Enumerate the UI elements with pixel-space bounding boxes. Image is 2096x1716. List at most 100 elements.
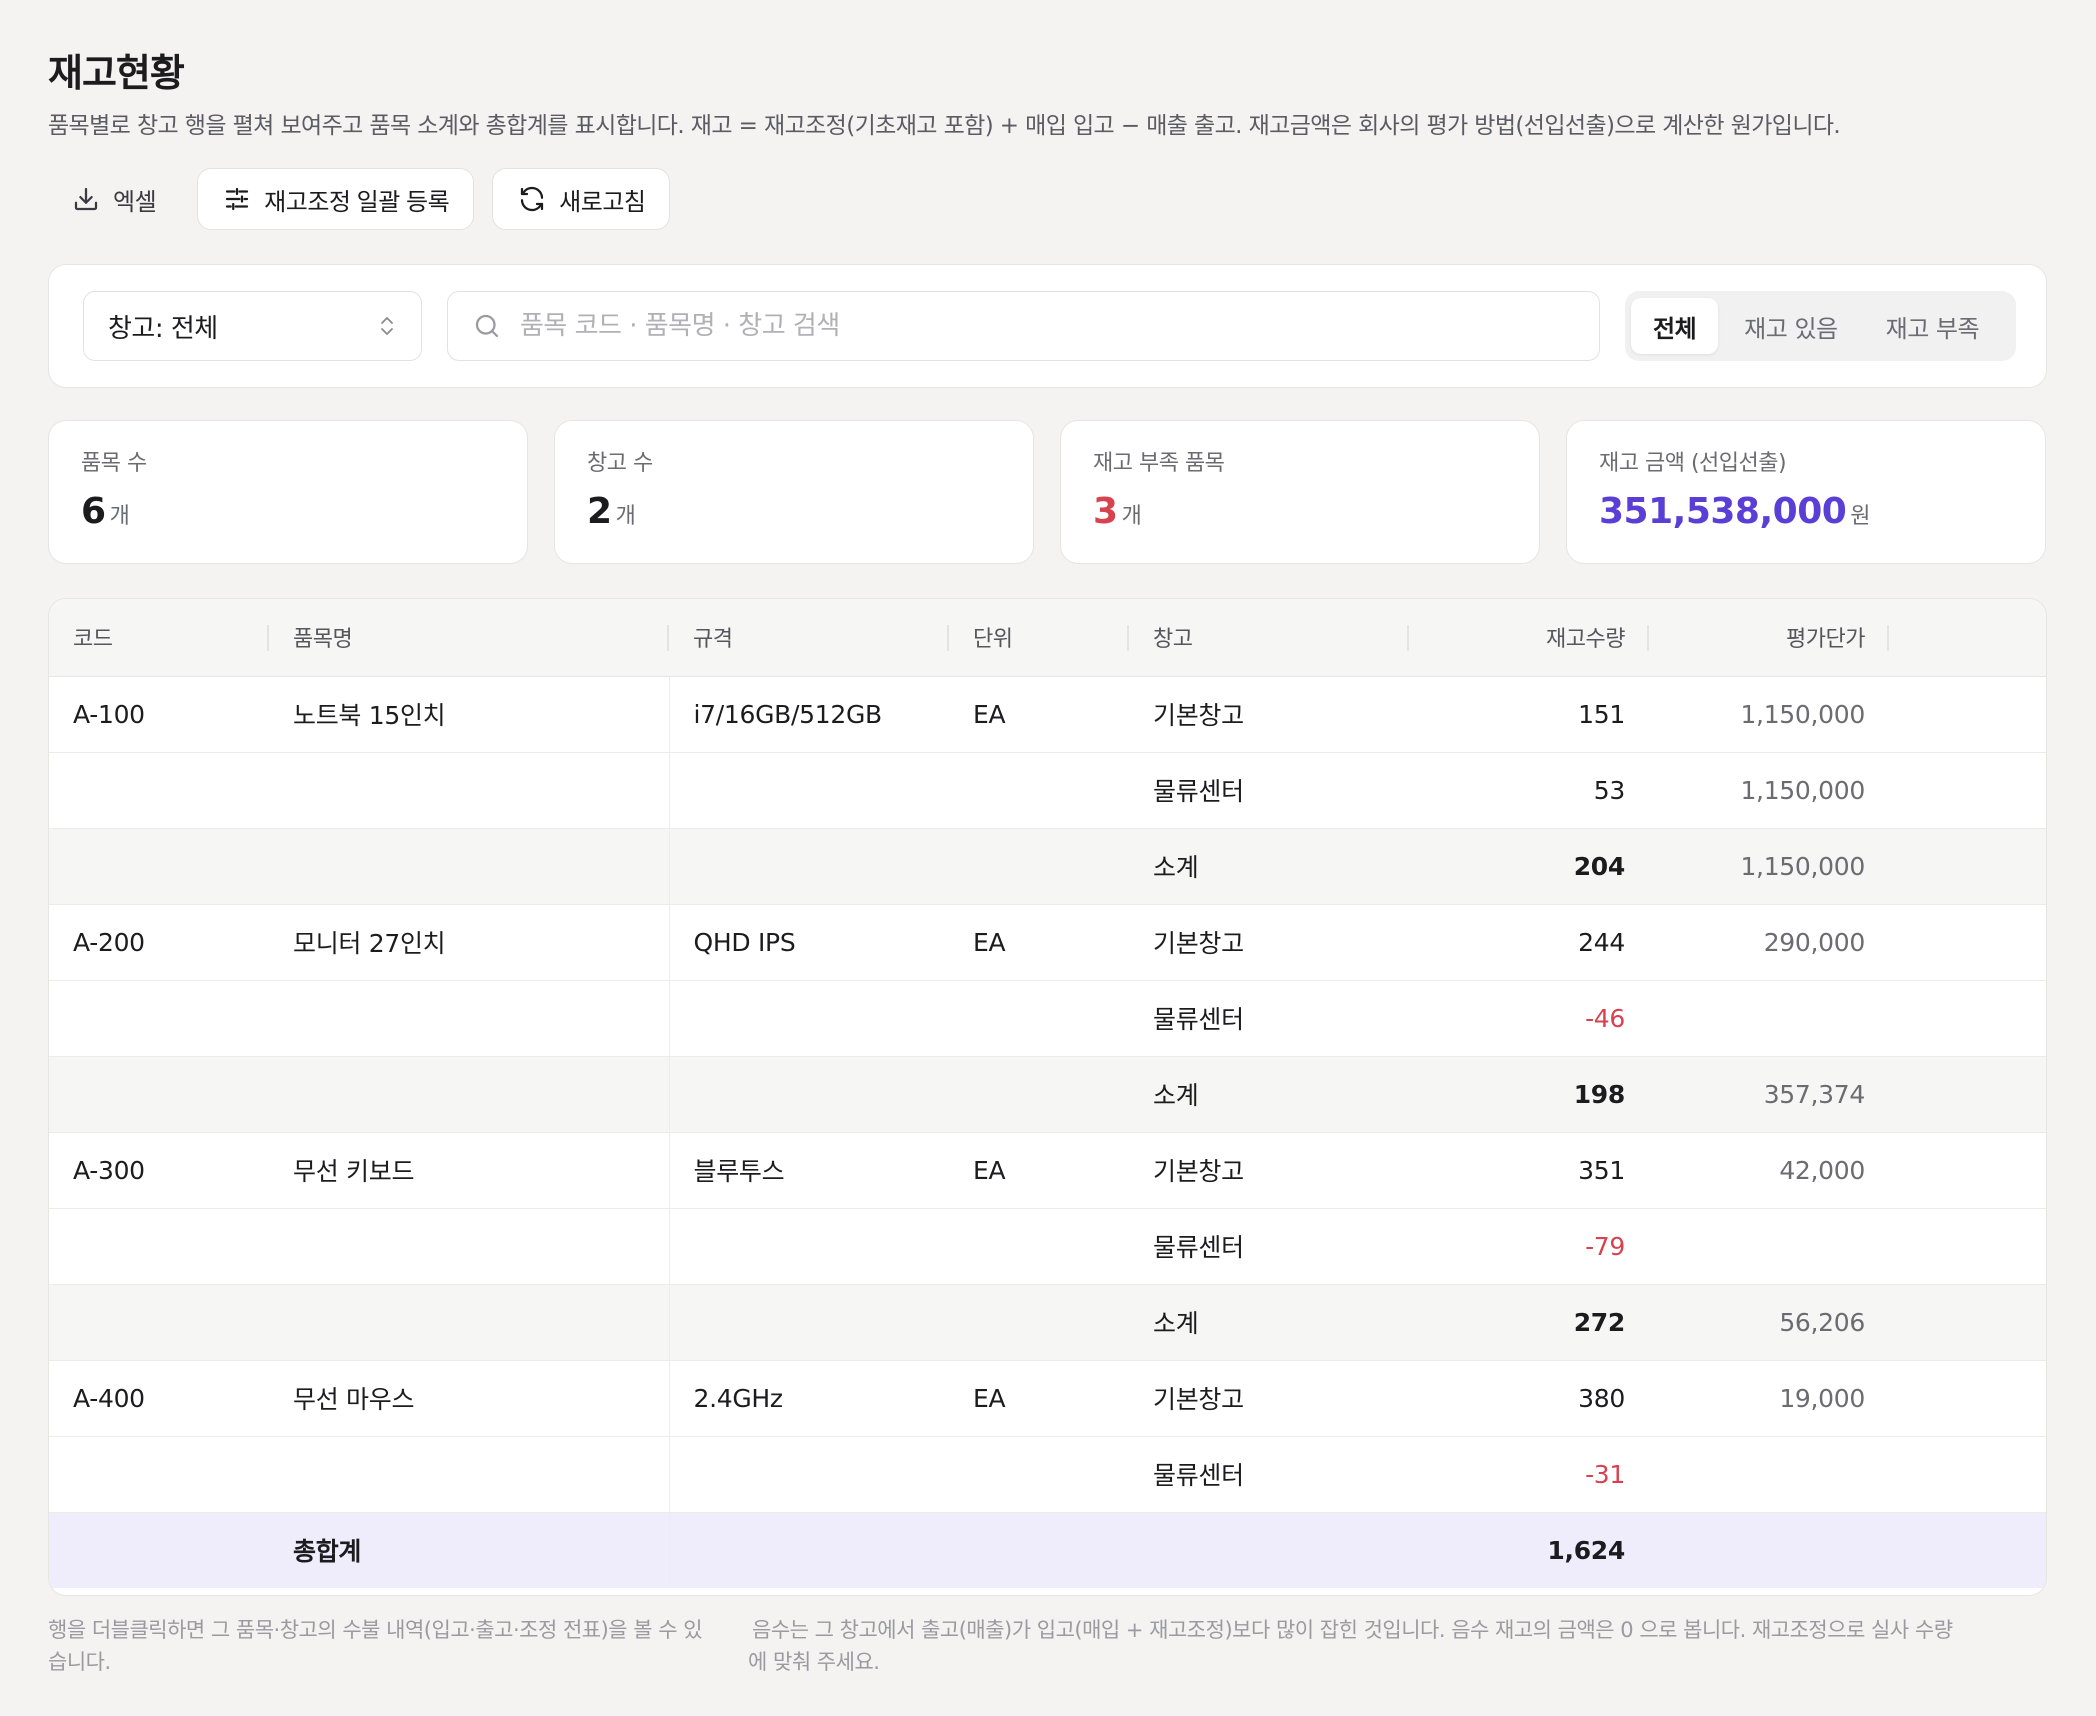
page-title: 재고현황 [48, 51, 185, 95]
cell-amount [1889, 1436, 2046, 1513]
cell-price [1649, 980, 1889, 1057]
cell-unit [949, 1056, 1129, 1133]
search-input[interactable] [520, 311, 1575, 341]
cell-amount: 17 [1889, 676, 2046, 753]
warehouse-select[interactable]: 창고: 전체 [83, 291, 422, 361]
stat-label: 품목 수 [81, 451, 147, 476]
cell-unit: EA [949, 1360, 1129, 1437]
stat-unit: 개 [615, 504, 636, 529]
table-row[interactable]: A-300무선 키보드블루투스EA기본창고35142,0001 [49, 1132, 2046, 1209]
col-header-name[interactable]: 품목명 [269, 599, 669, 677]
bulk-adjust-button[interactable]: 재고조정 일괄 등록 [197, 168, 475, 230]
cell-warehouse: 기본창고 [1129, 904, 1409, 981]
col-header-code[interactable]: 코드 [49, 599, 269, 677]
inventory-status-page: 재고현황 품목별로 창고 행을 펼쳐 보여주고 품목 소계와 총합계를 표시합니… [0, 0, 2096, 1716]
cell-unit [949, 828, 1129, 905]
col-header-amount[interactable] [1889, 599, 2046, 677]
refresh-button[interactable]: 새로고침 [492, 168, 671, 230]
cell-code [49, 980, 269, 1057]
cell-amount: 7 [1889, 1056, 2046, 1133]
stat-unit: 개 [109, 504, 130, 529]
cell-warehouse: 소계 [1129, 1056, 1409, 1133]
table-row[interactable]: A-200모니터 27인치QHD IPSEA기본창고244290,0007 [49, 904, 2046, 981]
segment-low-stock[interactable]: 재고 부족 [1864, 298, 2001, 354]
cell-price: 1,150,000 [1649, 752, 1889, 829]
cell-price: 56,206 [1649, 1284, 1889, 1361]
stat-card-low-stock: 재고 부족 품목 3개 [1060, 420, 1540, 564]
inventory-table: 코드 품목명 규격 단위 창고 재고수량 평가단가 A-100 노트북 15인치 i… [49, 599, 2046, 1588]
cell-name [269, 1056, 669, 1133]
stat-label: 재고 금액 (선입선출) [1599, 451, 1787, 476]
cell-total-qty: 1,624 [1409, 1512, 1649, 1588]
stat-value: 3 [1093, 491, 1118, 532]
cell-unit [949, 1284, 1129, 1361]
col-header-spec[interactable]: 규격 [669, 599, 949, 677]
cell-amount: 7 [1889, 904, 2046, 981]
excel-button[interactable]: 엑셀 [48, 168, 179, 230]
col-header-unit[interactable]: 단위 [949, 599, 1129, 677]
grand-total-row: 총합계 1,624 35 [49, 1512, 2046, 1588]
cell-qty: 198 [1409, 1056, 1649, 1133]
table-row[interactable]: A-400 무선 마우스 2.4GHz EA 기본창고 380 19,000 [49, 1360, 2046, 1437]
stat-card-warehouses: 창고 수 2개 [554, 420, 1034, 564]
inventory-table-container: 코드 품목명 규격 단위 창고 재고수량 평가단가 A-100 노트북 15인치 i… [48, 598, 2047, 1596]
cell-code [49, 1512, 269, 1588]
cell-code [49, 1284, 269, 1361]
cell-name: 무선 키보드 [269, 1132, 669, 1209]
search-icon [475, 314, 499, 338]
cell-total-amount: 35 [1889, 1512, 2046, 1588]
subtotal-row[interactable]: 소계2041,150,00023 [49, 828, 2046, 905]
subtotal-row[interactable]: 소계198357,3747 [49, 1056, 2046, 1133]
cell-spec [668, 828, 949, 905]
toolbar: 엑셀 재고조정 일괄 등록 새로고침 [48, 168, 671, 230]
col-header-qty[interactable]: 재고수량 [1409, 599, 1649, 677]
footnote-line: 음수는 그 창고에서 출고(매출)가 입고(매입 + 재고조정)보다 많이 잡힌… [748, 1614, 1953, 1646]
refresh-icon [521, 186, 544, 212]
cell-warehouse [1129, 1512, 1409, 1588]
cell-amount [1889, 1208, 2046, 1285]
cell-code [49, 828, 269, 905]
table-row[interactable]: A-100 노트북 15인치 i7/16GB/512GB EA 기본창고 151 1,150… [49, 676, 2046, 753]
table-row[interactable]: 물류센터 -46 [49, 980, 2046, 1057]
col-header-warehouse[interactable]: 창고 [1129, 599, 1409, 677]
cell-price: 1,150,000 [1649, 676, 1889, 753]
cell-unit: EA [949, 676, 1129, 753]
cell-qty: 351 [1409, 1132, 1649, 1209]
cell-code: A-200 [49, 904, 269, 981]
cell-code [49, 1436, 269, 1513]
cell-code [49, 752, 269, 829]
bulk-adjust-label: 재고조정 일괄 등록 [264, 188, 450, 216]
cell-name: 무선 마우스 [269, 1360, 669, 1437]
cell-amount: 6 [1889, 752, 2046, 829]
cell-qty: 272 [1409, 1284, 1649, 1361]
cell-unit [949, 1512, 1129, 1588]
cell-spec [668, 1208, 949, 1285]
table-row[interactable]: 물류센터531,150,0006 [49, 752, 2046, 829]
stat-value: 2 [587, 491, 612, 532]
segment-all[interactable]: 전체 [1631, 298, 1719, 354]
cell-unit: EA [949, 1132, 1129, 1209]
footnote-line: 습니다. [48, 1650, 111, 1674]
subtotal-row[interactable]: 소계27256,2061 [49, 1284, 2046, 1361]
stat-unit: 개 [1121, 504, 1142, 529]
stats-row: 품목 수 6개 창고 수 2개 재고 부족 품목 3개 재고 금액 (선입선출)… [48, 420, 2046, 564]
cell-total-label: 총합계 [269, 1512, 669, 1588]
cell-spec: i7/16GB/512GB [668, 676, 949, 753]
cell-name: 노트북 15인치 [269, 676, 669, 753]
cell-spec [668, 1512, 949, 1588]
warehouse-select-value: 창고: 전체 [108, 313, 218, 344]
cell-unit [949, 980, 1129, 1057]
table-row[interactable]: 물류센터 -31 [49, 1436, 2046, 1513]
cell-warehouse: 물류센터 [1129, 1208, 1409, 1285]
stat-value: 351,538,000 [1599, 491, 1847, 532]
chevron-updown-icon [381, 317, 393, 335]
stat-value: 6 [81, 491, 106, 532]
table-row[interactable]: 물류센터 -79 [49, 1208, 2046, 1285]
segment-in-stock[interactable]: 재고 있음 [1722, 298, 1859, 354]
col-header-price[interactable]: 평가단가 [1649, 599, 1889, 677]
cell-qty: -46 [1409, 980, 1649, 1057]
cell-spec [668, 1284, 949, 1361]
stat-card-items: 품목 수 6개 [48, 420, 528, 564]
table-header-row: 코드 품목명 규격 단위 창고 재고수량 평가단가 [49, 599, 2046, 677]
stat-label: 창고 수 [587, 451, 653, 476]
